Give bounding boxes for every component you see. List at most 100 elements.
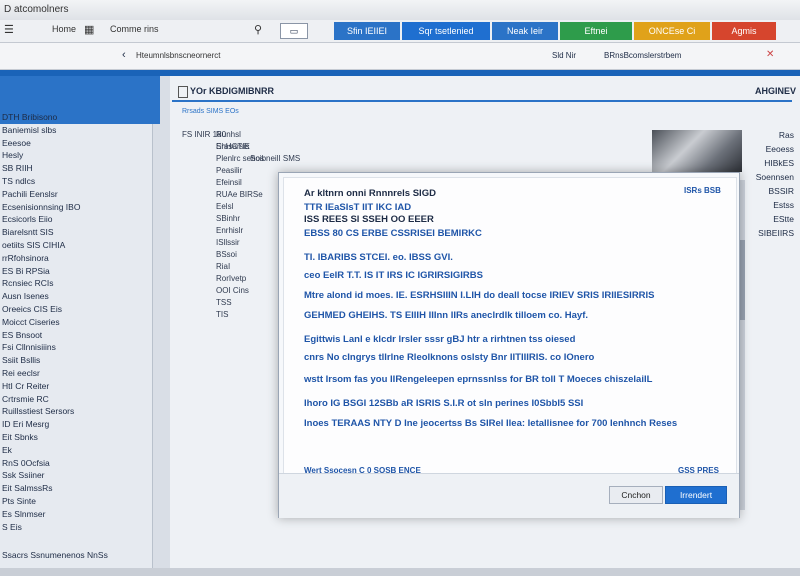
right-column-item[interactable]: Eeoess xyxy=(766,144,794,154)
dialog-text-line: ISS REES Sl SSEH OO EEER xyxy=(304,214,434,225)
right-column-item[interactable]: HIBkES xyxy=(764,158,794,168)
dialog-text-line: wstt Irsom fas you IIRengeleepen eprnssn… xyxy=(304,374,653,385)
sidebar-item[interactable]: S Eis xyxy=(2,522,22,532)
sidebar-item[interactable]: Ruillsstiest Sersors xyxy=(2,406,74,416)
background-line: Eelsl xyxy=(216,202,234,211)
dialog-text-line: Mtre alond id moes. IE. ESRHSIIIN I.LIH … xyxy=(304,290,655,301)
sidebar-item[interactable]: Ausn Isenes xyxy=(2,291,49,301)
sidebar-item[interactable]: Crtrsmie RC xyxy=(2,394,49,404)
sidebar-item[interactable]: Rcnsiec RCIs xyxy=(2,278,53,288)
sidebar-footer: Ssacrs Ssnumenenos NnSs xyxy=(2,550,108,560)
back-arrow-icon[interactable]: ‹ xyxy=(122,49,126,61)
sidebar: Ssacrs Ssnumenenos NnSs DTH Bribisono Ban… xyxy=(0,112,153,576)
address-right-link[interactable]: BRnsBcomslerstrbem xyxy=(604,51,681,60)
sidebar-item[interactable]: Pachili Eenslsr xyxy=(2,189,58,199)
sidebar-item[interactable]: Ssk Ssiiner xyxy=(2,470,45,480)
sidebar-item[interactable]: rrRfohsinora xyxy=(2,253,49,263)
dialog-text-line: TTR IEaSIsT IIT IKC IAD xyxy=(304,202,412,213)
document-icon xyxy=(178,86,188,98)
thumbnail-image[interactable] xyxy=(652,130,742,172)
sidebar-item[interactable]: Eit Sbnks xyxy=(2,432,38,442)
sidebar-item[interactable]: Baniemisl slbs xyxy=(2,125,56,135)
menu-icon[interactable]: ☰ xyxy=(4,23,14,36)
sidebar-item[interactable]: Fsi Cllnnisiiins xyxy=(2,342,56,352)
right-column-item[interactable]: Ras xyxy=(779,130,794,140)
header-divider xyxy=(172,100,792,102)
dialog-text-line: ceo EeIR T.T. IS IT IRS IC IGRIRSIGIRBS xyxy=(304,270,483,281)
background-line: RiaI xyxy=(216,262,231,271)
confirm-button[interactable]: Irrendert xyxy=(665,486,727,504)
sidebar-item[interactable]: oetiits SIS CIHIA xyxy=(2,240,65,250)
sidebar-item[interactable]: Rei eeclsr xyxy=(2,368,40,378)
address-right-label: Sld Nir xyxy=(552,51,577,60)
dialog-text-line: cnrs No cIngrys tllrlne Rleolknons oslst… xyxy=(304,352,595,363)
right-column-item[interactable]: Estss xyxy=(773,200,794,210)
sidebar-item[interactable]: DTH Bribisono xyxy=(2,112,57,122)
sidebar-item[interactable]: Ek xyxy=(2,445,12,455)
sidebar-item[interactable]: ID Eri Mesrg xyxy=(2,419,49,429)
background-line: SBinhr xyxy=(216,214,241,223)
background-line: Plenlrc sehos xyxy=(216,154,265,163)
sidebar-item[interactable]: RnS 0Ocfsia xyxy=(2,458,50,468)
dialog-footer: Cnchon Irrendert xyxy=(279,473,739,518)
right-column-item[interactable]: EStte xyxy=(773,214,794,224)
sidebar-item[interactable]: TS ndlcs xyxy=(2,176,35,186)
sidebar-item[interactable]: Eit SalmssRs xyxy=(2,483,53,493)
right-column-item[interactable]: SIBEIIRS xyxy=(758,228,794,238)
background-line: BSsoi xyxy=(216,250,237,259)
app-title: D atcomolners xyxy=(4,4,69,15)
main-title: YOr KBDIGMIBNRR xyxy=(190,86,275,96)
sidebar-item[interactable]: Hesly xyxy=(2,150,23,160)
right-column-item[interactable]: BSSIR xyxy=(768,186,794,196)
grid-icon[interactable]: ▦ xyxy=(84,23,94,36)
sidebar-item[interactable]: HtI Cr Reiter xyxy=(2,381,49,391)
background-line: Runhsl xyxy=(216,130,241,139)
main-right-title: AHGINEV xyxy=(754,86,796,96)
tab-3[interactable]: Eftnei xyxy=(560,22,632,40)
background-line: TSS xyxy=(216,298,232,307)
background-line: RUAe BIRSe xyxy=(216,190,263,199)
background-line: OOI Cins xyxy=(216,286,249,295)
background-line: Efeinsil xyxy=(216,178,242,187)
main-subtitle: Rrsads SIMS EOs xyxy=(182,108,239,115)
sidebar-item[interactable]: Eeesoe xyxy=(2,138,31,148)
sidebar-item[interactable]: Ssiit Bsllis xyxy=(2,355,40,365)
close-icon[interactable]: ✕ xyxy=(766,49,774,60)
sidebar-item[interactable]: ES Bnsoot xyxy=(2,330,42,340)
tab-2[interactable]: Neak Ieir xyxy=(492,22,558,40)
search-icon[interactable]: ⚲ xyxy=(254,23,262,36)
home-button[interactable]: Home xyxy=(52,24,76,34)
comment-button[interactable]: Comme rins xyxy=(110,24,159,34)
address-bar: ‹ Hteumnlsbnscneornerct Sld Nir BRnsBcom… xyxy=(0,43,800,70)
background-line: Enrhislr xyxy=(216,226,244,235)
sidebar-item[interactable]: Ecsicorls Eiio xyxy=(2,214,53,224)
background-line: Srasarsis xyxy=(216,142,250,151)
tab-1[interactable]: Sqr tsetlenied xyxy=(402,22,490,40)
status-bar xyxy=(0,568,800,576)
tab-5[interactable]: Agmis xyxy=(712,22,776,40)
sidebar-item[interactable]: Moicct Ciseries xyxy=(2,317,60,327)
tab-0[interactable]: Sfin IEIIEI xyxy=(334,22,400,40)
dialog-text-line: Egittwis Lanl e klcdr lrsler sssr gBJ ht… xyxy=(304,334,576,345)
sidebar-item[interactable]: Ecsenisionnsing IBO xyxy=(2,202,80,212)
dialog-header-right: ISRs BSB xyxy=(684,186,721,195)
background-line: TIS xyxy=(216,310,229,319)
window-titlebar: D atcomolners xyxy=(0,0,800,21)
zoom-box[interactable]: ▭ xyxy=(280,23,308,39)
url-field[interactable]: Hteumnlsbnscneornerct xyxy=(136,51,220,60)
dialog-body: ISRs BSB Wert Ssocesn C 0 SOSB ENCE GSS … xyxy=(283,177,737,497)
sidebar-item[interactable]: Es Slnmser xyxy=(2,509,45,519)
dialog-text-line: EBSS 80 CS ERBE CSSRISEI BEMIRKC xyxy=(304,228,482,239)
background-line: Peasilir xyxy=(216,166,243,175)
right-column-item[interactable]: Soennsen xyxy=(756,172,794,182)
sidebar-item[interactable]: Pts Sinte xyxy=(2,496,36,506)
dialog-text-line: TI. IBARIBS STCEI. eo. IBSS GVI. xyxy=(304,252,453,263)
sidebar-item[interactable]: SB RIIH xyxy=(2,163,33,173)
background-line: ISllssir xyxy=(216,238,240,247)
dialog-text-line: Inoes TERAAS NTY D Ine jeocertss Bs SIRe… xyxy=(304,418,678,429)
cancel-button[interactable]: Cnchon xyxy=(609,486,663,504)
sidebar-item[interactable]: Oreeics CIS Eis xyxy=(2,304,62,314)
sidebar-item[interactable]: Biarelsntt SIS xyxy=(2,227,54,237)
sidebar-item[interactable]: ES Bi RPSia xyxy=(2,266,50,276)
tab-4[interactable]: ONCEse Ci xyxy=(634,22,710,40)
